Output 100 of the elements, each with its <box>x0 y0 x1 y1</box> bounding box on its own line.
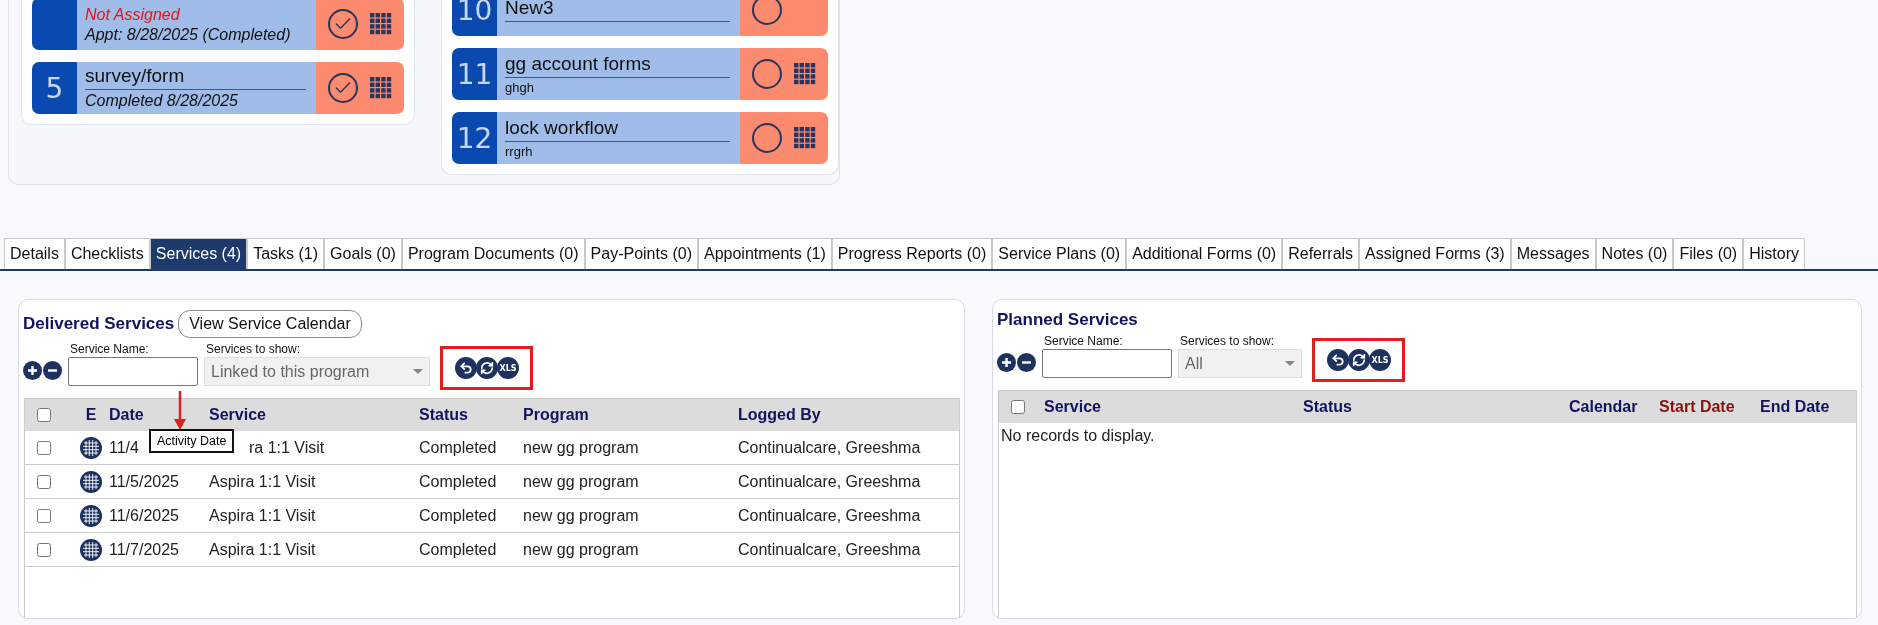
service-name-field[interactable] <box>68 357 198 386</box>
check-circle-icon[interactable] <box>328 73 359 103</box>
row-checkbox[interactable] <box>37 542 51 557</box>
column-header[interactable]: Logged By <box>738 406 959 424</box>
service-cell: Aspira 1:1 Visit <box>209 506 316 525</box>
date-cell: 11/6/2025 <box>109 506 179 525</box>
circle-icon[interactable] <box>752 123 782 153</box>
card-title: gg account forms <box>505 52 730 78</box>
calendar-button[interactable]: View Service Calendar <box>178 310 362 338</box>
grid-icon[interactable] <box>794 63 816 85</box>
pointer-arrow <box>173 391 187 431</box>
tab[interactable]: Details <box>4 238 65 269</box>
tab[interactable]: Appointments (1) <box>697 238 832 269</box>
grid-icon[interactable] <box>80 436 102 459</box>
panel-title: Delivered Services <box>23 314 175 334</box>
undo-icon[interactable] <box>1327 349 1349 371</box>
add-icon[interactable] <box>23 361 42 380</box>
column-header[interactable]: Program <box>523 406 738 424</box>
empty-message: No records to display. <box>1000 426 1156 446</box>
refresh-icon[interactable] <box>1348 349 1370 371</box>
logged-by-cell: Continualcare, Greeshma <box>738 506 921 525</box>
service-name-field[interactable] <box>1042 349 1172 378</box>
date-cell: 11/4 <box>109 438 139 457</box>
card-number: 12 <box>452 112 498 164</box>
tab[interactable]: Files (0) <box>1673 238 1744 269</box>
tab[interactable]: Notes (0) <box>1595 238 1674 269</box>
service-cell: Aspira 1:1 Visit <box>209 472 316 491</box>
tab[interactable]: Messages <box>1510 238 1596 269</box>
check-circle-icon[interactable] <box>328 9 359 39</box>
grid-icon[interactable] <box>370 77 393 99</box>
circle-icon[interactable] <box>752 0 782 25</box>
tab[interactable]: Goals (0) <box>324 238 402 269</box>
date-cell: 11/5/2025 <box>109 472 179 491</box>
column-header[interactable]: Date <box>109 406 209 424</box>
tab[interactable]: History <box>1743 238 1805 269</box>
card-note: Appt: 8/28/2025 (Completed) <box>85 24 292 44</box>
program-cell: new gg program <box>523 506 639 525</box>
export-button[interactable]: XLS <box>497 357 519 379</box>
row-checkbox[interactable] <box>37 508 51 523</box>
service-cell: Aspira 1:1 Visit <box>209 540 316 559</box>
select-all-checkbox[interactable] <box>1011 400 1025 414</box>
column-header[interactable]: Status <box>1303 398 1569 416</box>
grid-icon[interactable] <box>80 538 102 561</box>
card-title: lock workflow <box>505 116 730 142</box>
field-label: Service Name: <box>1043 334 1124 348</box>
service-cell: ra 1:1 Visit <box>249 438 325 457</box>
card-note: ghgh <box>505 78 535 95</box>
remove-icon[interactable] <box>1017 353 1036 372</box>
program-cell: new gg program <box>523 438 639 457</box>
tab[interactable]: Pay-Points (0) <box>584 238 698 269</box>
grid-icon[interactable] <box>80 470 102 493</box>
tab[interactable]: Referrals <box>1282 238 1360 269</box>
row-checkbox[interactable] <box>37 474 51 489</box>
tab[interactable]: Services (4) <box>149 238 248 269</box>
column-header[interactable]: End Date <box>1760 398 1856 416</box>
tab[interactable]: Tasks (1) <box>247 238 325 269</box>
card-number: 11 <box>452 48 498 100</box>
field-label: Service Name: <box>69 342 150 356</box>
remove-icon[interactable] <box>43 361 62 380</box>
column-header[interactable]: Start Date <box>1659 398 1760 416</box>
grid-icon[interactable] <box>370 13 393 35</box>
status-cell: Completed <box>419 438 497 457</box>
card-number: 5 <box>32 62 77 114</box>
card-note: Not Assigned <box>85 4 181 24</box>
refresh-icon[interactable] <box>476 357 498 379</box>
column-header[interactable]: Status <box>419 406 523 424</box>
status-cell: Completed <box>419 540 497 559</box>
tab[interactable]: Program Documents (0) <box>401 238 585 269</box>
tab[interactable]: Assigned Forms (3) <box>1359 238 1511 269</box>
date-cell: 11/7/2025 <box>109 540 179 559</box>
program-cell: new gg program <box>523 472 639 491</box>
column-header[interactable]: E <box>73 406 109 424</box>
circle-icon[interactable] <box>752 59 782 89</box>
column-header[interactable]: Service <box>1044 398 1303 416</box>
logged-by-cell: Continualcare, Greeshma <box>738 540 921 559</box>
export-button[interactable]: XLS <box>1369 349 1391 371</box>
program-cell: new gg program <box>523 540 639 559</box>
status-cell: Completed <box>419 506 497 525</box>
add-icon[interactable] <box>997 353 1016 372</box>
tooltip: Activity Date <box>149 429 235 453</box>
status-cell: Completed <box>419 472 497 491</box>
undo-icon[interactable] <box>455 357 477 379</box>
tab[interactable]: Checklists <box>64 238 150 269</box>
card-note: Completed 8/28/2025 <box>85 91 239 110</box>
field-label: Services to show: <box>205 342 302 356</box>
grid-icon[interactable] <box>80 504 102 527</box>
row-checkbox[interactable] <box>37 440 51 455</box>
select-all-checkbox[interactable] <box>37 408 51 422</box>
tab[interactable]: Progress Reports (0) <box>831 238 993 269</box>
grid-icon[interactable] <box>794 127 816 149</box>
panel-title: Planned Services <box>997 310 1138 330</box>
column-header[interactable]: Service <box>209 406 419 424</box>
card-title: survey/form <box>85 65 307 90</box>
tab[interactable]: Additional Forms (0) <box>1126 238 1283 269</box>
logged-by-cell: Continualcare, Greeshma <box>738 472 921 491</box>
card-title: New3 <box>505 0 730 22</box>
field-label: Services to show: <box>1179 334 1276 348</box>
tab[interactable]: Service Plans (0) <box>992 238 1127 269</box>
column-header[interactable]: Calendar <box>1569 398 1659 416</box>
card-note: rrgrh <box>505 142 534 159</box>
